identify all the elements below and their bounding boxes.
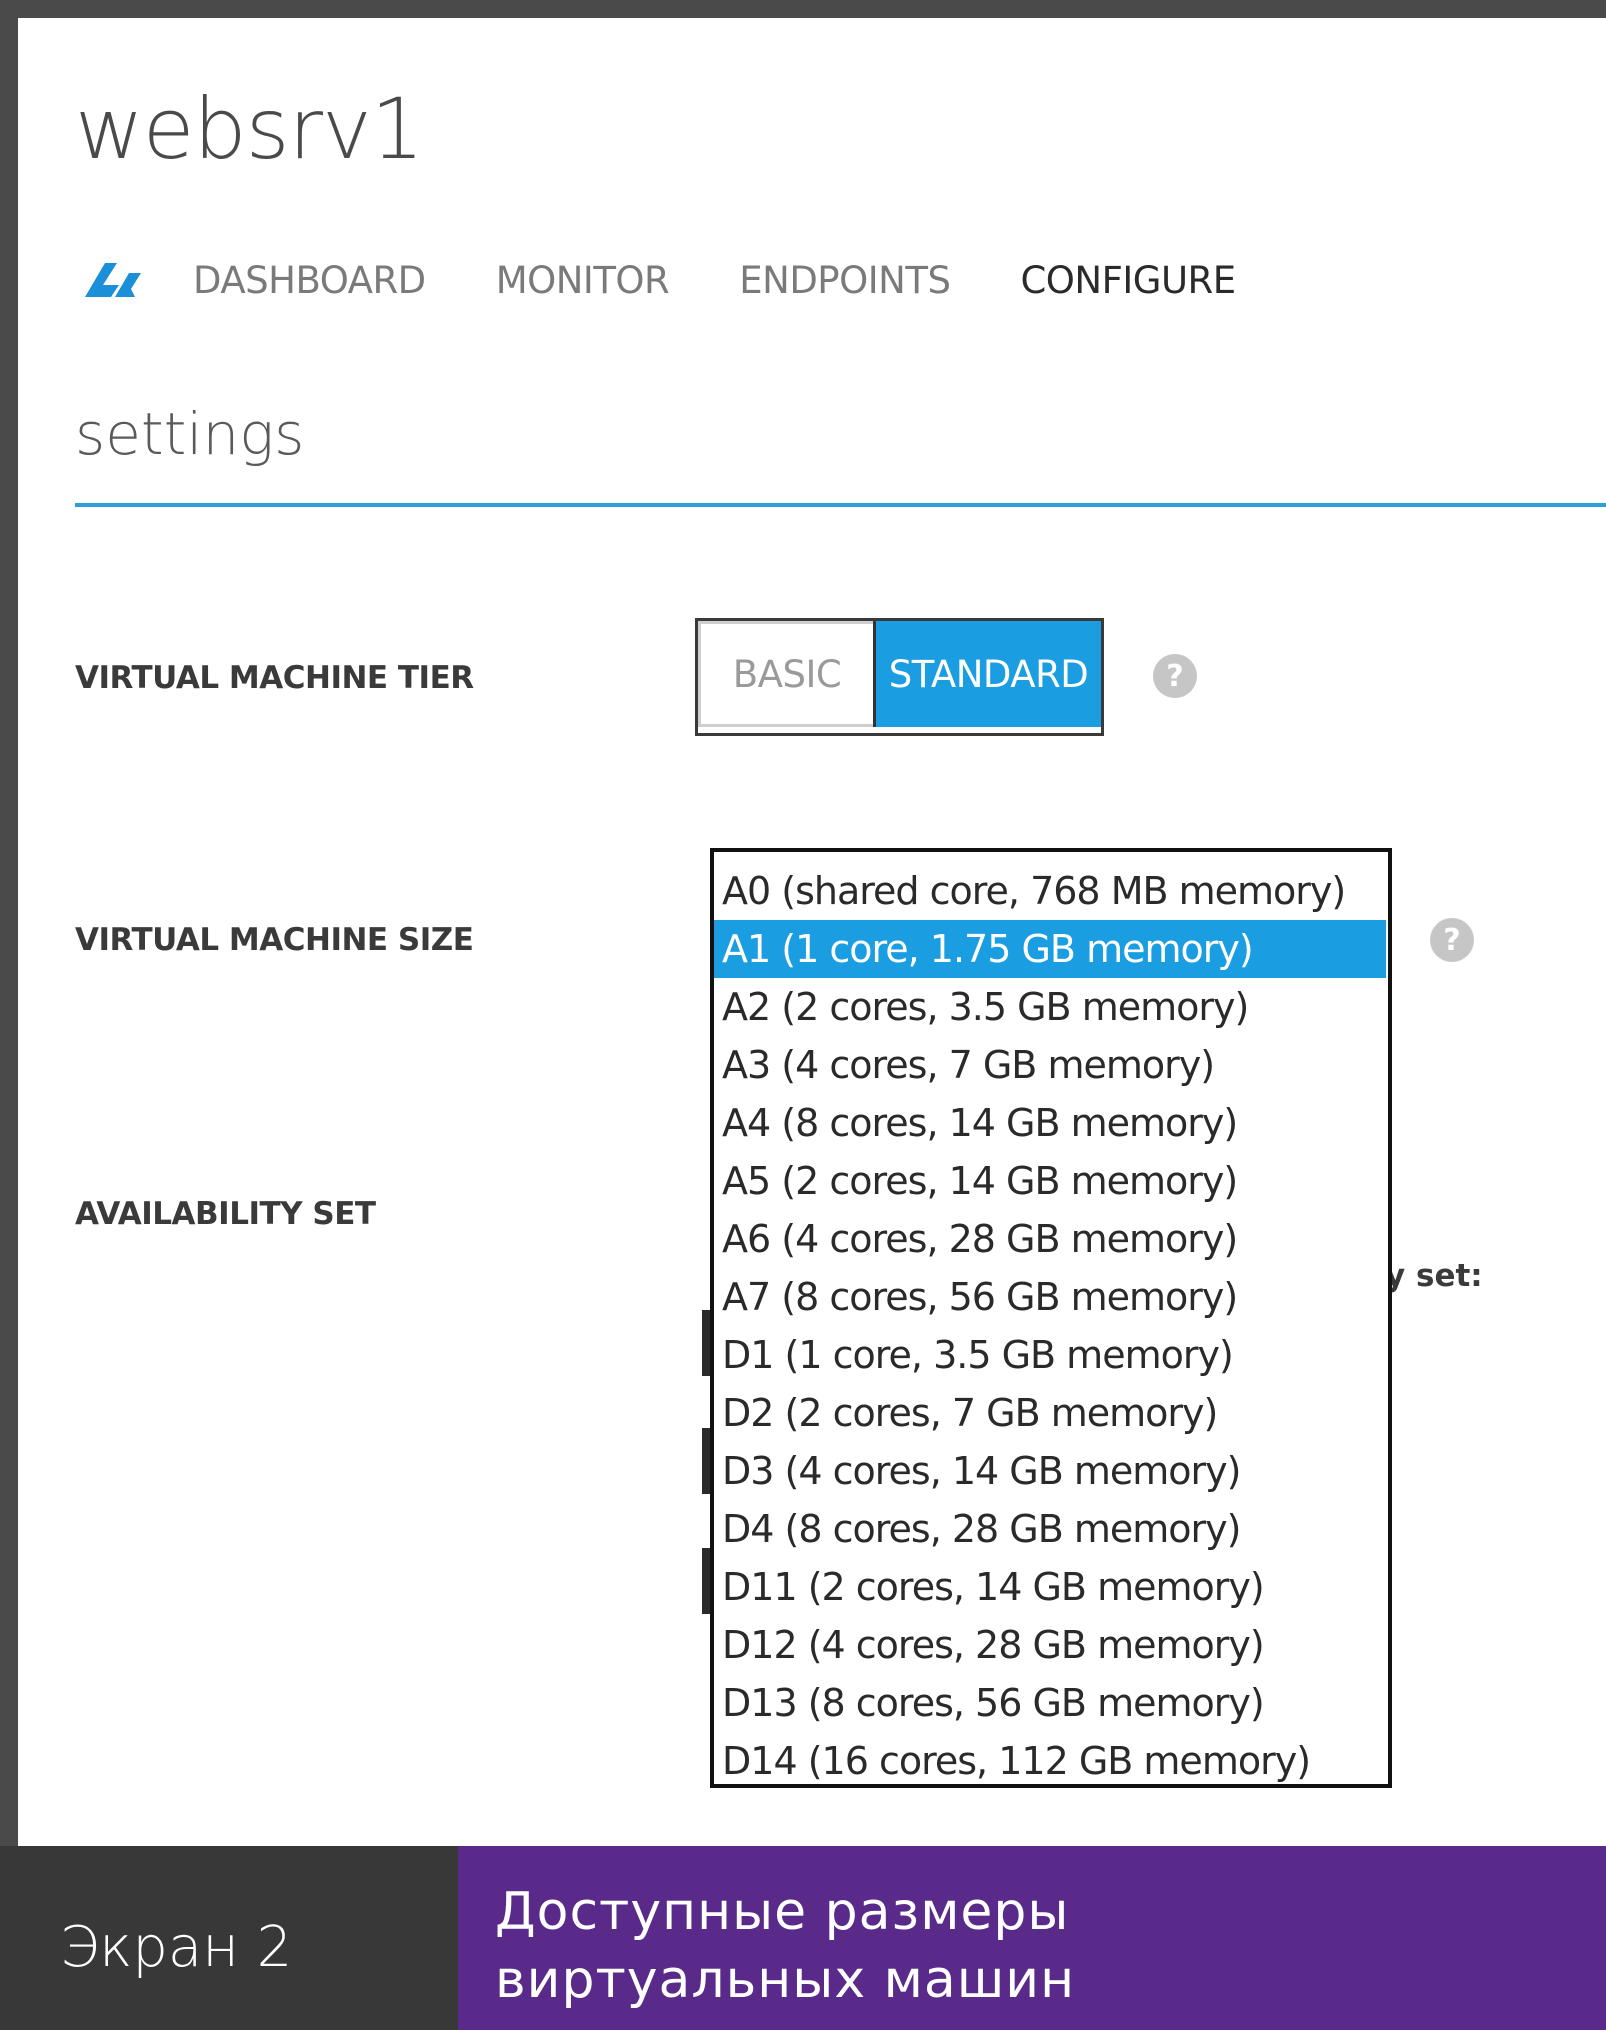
caption-text: Доступные размеры виртуальных машин [495,1878,1495,2014]
vm-title: websrv1 [75,80,424,178]
size-option[interactable]: D12 (4 cores, 28 GB memory) [714,1616,1388,1674]
settings-divider [75,503,1606,507]
availability-partial-text: y set: [1385,1258,1483,1294]
size-option[interactable]: A7 (8 cores, 56 GB memory) [714,1268,1388,1326]
tab-monitor[interactable]: MONITOR [496,259,670,302]
tier-standard-button[interactable]: STANDARD [873,621,1101,727]
size-option[interactable]: D14 (16 cores, 112 GB memory) [714,1732,1388,1790]
size-option[interactable]: A5 (2 cores, 14 GB memory) [714,1152,1388,1210]
tier-label: VIRTUAL MACHINE TIER [75,660,474,696]
size-label: VIRTUAL MACHINE SIZE [75,922,474,958]
size-option[interactable]: D4 (8 cores, 28 GB memory) [714,1500,1388,1558]
settings-heading: settings [75,400,305,468]
size-option[interactable]: A1 (1 core, 1.75 GB memory) [714,920,1386,978]
cloud-service-icon[interactable] [75,255,145,305]
size-option[interactable]: D3 (4 cores, 14 GB memory) [714,1442,1388,1500]
size-option[interactable]: D13 (8 cores, 56 GB memory) [714,1674,1388,1732]
tab-configure[interactable]: CONFIGURE [1020,259,1236,302]
size-option[interactable]: A2 (2 cores, 3.5 GB memory) [714,978,1388,1036]
size-option[interactable]: A3 (4 cores, 7 GB memory) [714,1036,1388,1094]
caption-line-2: виртуальных машин [495,1950,1076,2010]
size-option[interactable]: A6 (4 cores, 28 GB memory) [714,1210,1388,1268]
tier-basic-button[interactable]: BASIC [698,621,873,727]
caption-line-1: Доступные размеры [495,1882,1070,1942]
caption-number: Экран 2 [60,1915,293,1980]
size-option[interactable]: A0 (shared core, 768 MB memory) [714,862,1388,920]
tier-help-icon[interactable]: ? [1153,654,1197,698]
tier-toggle: BASIC STANDARD [695,618,1104,736]
nav-tabs: DASHBOARD MONITOR ENDPOINTS CONFIGURE [75,250,1306,310]
size-option[interactable]: D1 (1 core, 3.5 GB memory) [714,1326,1388,1384]
size-help-icon[interactable]: ? [1430,918,1474,962]
size-option[interactable]: D11 (2 cores, 14 GB memory) [714,1558,1388,1616]
size-option[interactable]: D2 (2 cores, 7 GB memory) [714,1384,1388,1442]
tab-endpoints[interactable]: ENDPOINTS [739,259,951,302]
size-option[interactable]: A4 (8 cores, 14 GB memory) [714,1094,1388,1152]
vm-size-dropdown-list[interactable]: A0 (shared core, 768 MB memory) A1 (1 cor… [710,848,1392,1788]
tab-dashboard[interactable]: DASHBOARD [193,259,426,302]
availability-label: AVAILABILITY SET [75,1196,376,1232]
